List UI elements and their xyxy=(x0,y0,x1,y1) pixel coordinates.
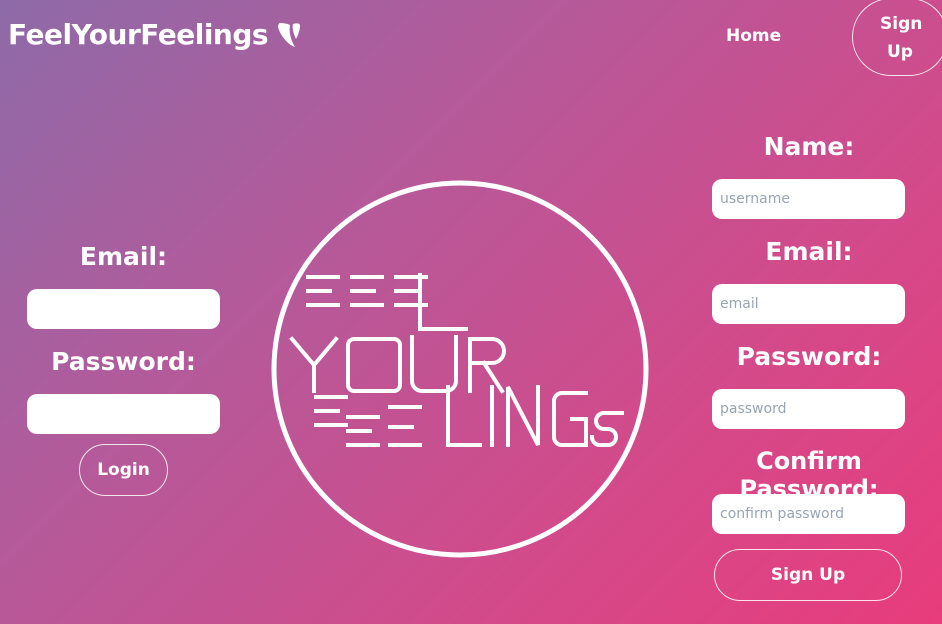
brand-title: FeelYourFeelings xyxy=(8,18,269,51)
nav-signup-button[interactable]: Sign Up xyxy=(852,0,942,76)
signup-password-input[interactable] xyxy=(712,389,905,429)
logo-line-feel xyxy=(306,273,468,331)
logo-line-your xyxy=(289,335,506,394)
feel-your-feelings-logo xyxy=(271,180,649,558)
typo3-logo-icon xyxy=(278,22,301,47)
login-password-input[interactable] xyxy=(27,394,220,434)
login-email-input[interactable] xyxy=(27,289,220,329)
login-password-label: Password: xyxy=(51,347,196,376)
signup-confirm-input[interactable] xyxy=(712,494,905,534)
signup-button[interactable]: Sign Up xyxy=(714,549,902,601)
logo-line-feelings xyxy=(314,385,624,447)
nav-home-link[interactable]: Home xyxy=(726,26,781,46)
signup-name-input[interactable] xyxy=(712,179,905,219)
signup-name-label: Name: xyxy=(763,132,855,161)
nav-signup-label: Sign Up xyxy=(880,14,923,62)
login-email-label: Email: xyxy=(79,242,168,271)
signup-email-input[interactable] xyxy=(712,284,905,324)
brand[interactable]: FeelYourFeelings xyxy=(8,18,302,51)
signup-email-label: Email: xyxy=(765,237,853,266)
signup-password-label: Password: xyxy=(736,342,882,371)
signup-button-label: Sign Up xyxy=(770,565,846,585)
login-button-label: Login xyxy=(97,460,150,480)
login-button[interactable]: Login xyxy=(79,444,168,496)
